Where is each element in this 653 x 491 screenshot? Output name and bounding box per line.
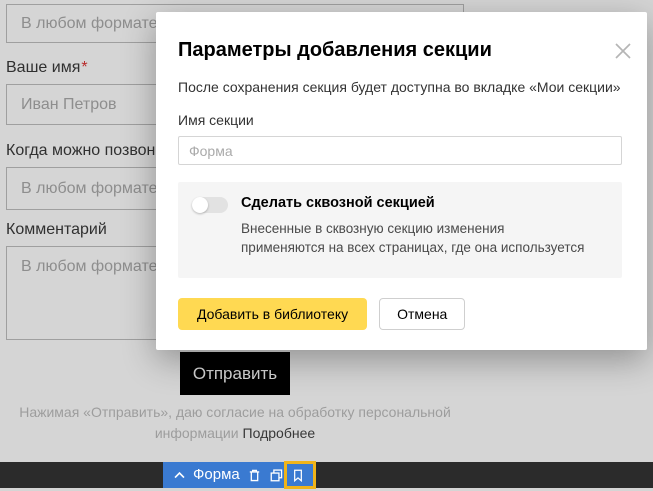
dialog-title: Параметры добавления секции bbox=[178, 39, 622, 61]
add-section-dialog: Параметры добавления секции После сохран… bbox=[156, 12, 647, 350]
duplicate-icon[interactable] bbox=[269, 468, 284, 483]
toggle-description: Внесенные в сквозную секцию изменения пр… bbox=[241, 219, 584, 257]
global-section-toggle[interactable] bbox=[192, 197, 228, 213]
add-to-library-button[interactable]: Добавить в библиотеку bbox=[178, 298, 367, 330]
bookmark-highlight bbox=[284, 461, 316, 489]
toggle-knob bbox=[192, 197, 208, 213]
section-toolbar: Форма bbox=[0, 462, 653, 488]
trash-icon[interactable] bbox=[247, 468, 262, 483]
cancel-button[interactable]: Отмена bbox=[379, 298, 465, 330]
section-label[interactable]: Форма bbox=[193, 462, 240, 488]
section-name-label: Имя секции bbox=[178, 112, 622, 128]
global-section-panel: Сделать сквозной секцией Внесенные в скв… bbox=[178, 182, 622, 278]
chevron-up-icon[interactable] bbox=[173, 469, 186, 482]
page: Ваше имя* Когда можно позвон Комментарий… bbox=[0, 0, 653, 491]
close-icon[interactable] bbox=[614, 42, 632, 60]
section-name-input[interactable] bbox=[178, 136, 622, 165]
toggle-label: Сделать сквозной секцией bbox=[241, 195, 584, 212]
dialog-subtitle: После сохранения секция будет доступна в… bbox=[178, 79, 622, 96]
